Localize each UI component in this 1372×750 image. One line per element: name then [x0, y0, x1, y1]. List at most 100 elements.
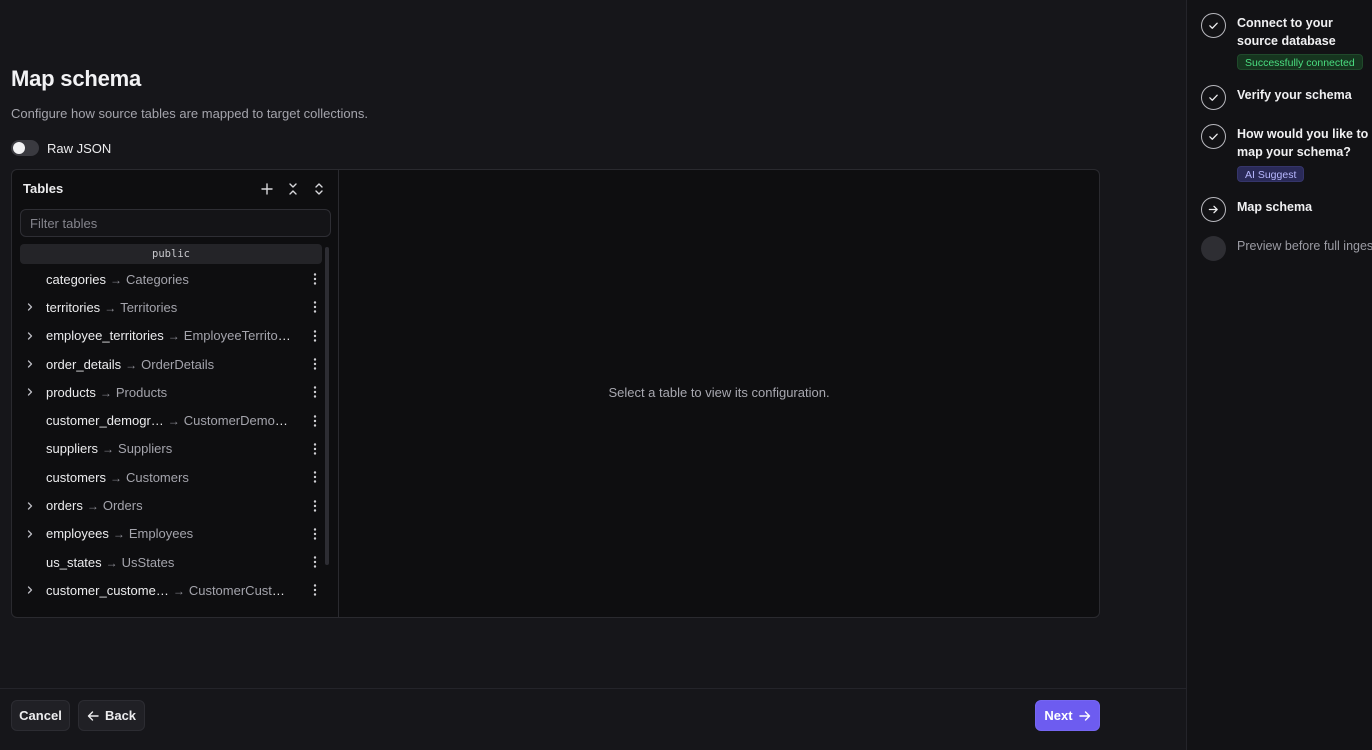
table-row[interactable]: territories → Territories	[12, 293, 322, 321]
source-table-name: categories	[46, 271, 106, 287]
row-menu-button[interactable]	[308, 299, 322, 315]
mapping-arrow: →	[112, 527, 125, 542]
row-menu-button[interactable]	[308, 441, 322, 457]
row-menu-button[interactable]	[308, 413, 322, 429]
back-button[interactable]: Back	[78, 700, 145, 731]
progress-sidebar: Connect to your source database Successf…	[1186, 0, 1372, 750]
mapping-arrow: →	[167, 329, 180, 344]
next-button[interactable]: Next	[1035, 700, 1100, 731]
raw-json-toggle-row: Raw JSON	[11, 140, 111, 156]
table-row[interactable]: customers → Customers	[12, 463, 322, 491]
target-collection-name: Products	[115, 384, 168, 400]
more-vertical-icon	[313, 528, 317, 540]
table-mapping-text: suppliers → Suppliers	[46, 441, 292, 456]
main-area: Map schema Configure how source tables a…	[0, 0, 1186, 750]
table-mapping-text: products → Products	[46, 385, 292, 400]
table-mapping-text: order_details → OrderDetails	[46, 357, 292, 372]
table-mapping-text: customer_demogr…→CustomerDemogra…	[46, 413, 292, 428]
row-menu-button[interactable]	[308, 469, 322, 485]
chevron-right-icon[interactable]	[25, 529, 35, 539]
mapping-arrow: →	[167, 414, 180, 429]
row-menu-button[interactable]	[308, 498, 322, 514]
row-menu-button[interactable]	[308, 526, 322, 542]
more-vertical-icon	[313, 273, 317, 285]
cancel-label: Cancel	[19, 708, 62, 723]
row-menu-button[interactable]	[308, 356, 322, 372]
arrow-right-icon	[1078, 710, 1090, 721]
chevron-right-icon[interactable]	[25, 302, 35, 312]
detail-empty-message: Select a table to view its configuration…	[608, 385, 830, 400]
table-mapping-text: customers → Customers	[46, 470, 292, 485]
chevron-right-icon[interactable]	[25, 501, 35, 511]
footer-divider	[0, 688, 1186, 689]
table-row[interactable]: customer_demogr…→CustomerDemogra…	[12, 406, 322, 434]
target-collection-name: EmployeeTerritories	[183, 328, 292, 344]
chevron-right-icon[interactable]	[25, 359, 35, 369]
chevron-right-icon[interactable]	[25, 585, 35, 595]
more-vertical-icon	[313, 414, 317, 427]
raw-json-toggle[interactable]	[11, 140, 39, 156]
table-row[interactable]: categories → Categories	[12, 265, 322, 293]
expand-icon	[315, 183, 323, 195]
row-menu-button[interactable]	[308, 384, 322, 400]
expand-all-button[interactable]	[308, 179, 330, 199]
table-row[interactable]: orders → Orders	[12, 491, 322, 519]
source-table-name: suppliers	[46, 441, 99, 457]
mapping-arrow: →	[86, 499, 99, 514]
table-row[interactable]: suppliers → Suppliers	[12, 435, 322, 463]
step-status-indicator	[1201, 236, 1226, 261]
target-collection-name: CustomerCustom…	[188, 582, 292, 598]
back-label: Back	[104, 708, 137, 723]
mapping-arrow: →	[99, 385, 112, 400]
tables-header-actions	[256, 179, 330, 199]
more-vertical-icon	[313, 301, 317, 314]
table-row[interactable]: products → Products	[12, 378, 322, 406]
table-row[interactable]: order_details → OrderDetails	[12, 350, 322, 378]
row-menu-button[interactable]	[308, 554, 322, 570]
more-vertical-icon	[313, 386, 317, 399]
collapse-all-button[interactable]	[282, 179, 304, 199]
step-title: Map schema	[1237, 200, 1313, 214]
next-label: Next	[1044, 708, 1073, 723]
source-table-name: customer_custome…	[46, 582, 169, 598]
mapping-arrow: →	[109, 272, 122, 287]
target-collection-name: OrderDetails	[141, 356, 215, 372]
chevron-right-icon[interactable]	[25, 387, 35, 397]
table-row[interactable]: employees → Employees	[12, 520, 322, 548]
add-table-button[interactable]	[256, 179, 278, 199]
app: Map schema Configure how source tables a…	[0, 0, 1372, 750]
target-collection-name: Customers	[125, 469, 189, 485]
table-row[interactable]: customer_custome… → CustomerCustom…	[12, 576, 322, 604]
check-icon	[1209, 22, 1218, 29]
schema-group-header[interactable]: public	[20, 244, 322, 264]
row-menu-button[interactable]	[308, 582, 322, 598]
target-collection-name: Territories	[120, 299, 178, 315]
source-table-name: order_details	[46, 356, 122, 372]
source-table-name: territories	[46, 299, 101, 315]
target-collection-name: Employees	[128, 526, 194, 542]
tables-scrollbar[interactable]	[325, 247, 329, 565]
tables-list: categories → Categories territories → Territo…	[12, 265, 322, 605]
step-title: Connect to your source database	[1237, 16, 1336, 48]
cancel-button[interactable]: Cancel	[11, 700, 70, 731]
filter-tables-input[interactable]	[20, 209, 331, 237]
tables-pane: Tables public categories→Categoriesterri	[12, 170, 339, 617]
table-row[interactable]: us_states → UsStates	[12, 548, 322, 576]
target-collection-name: Suppliers	[118, 441, 173, 457]
chevron-right-icon[interactable]	[25, 331, 35, 341]
arrow-left-icon	[87, 710, 99, 721]
table-mapping-text: employees → Employees	[46, 526, 292, 541]
target-collection-name: Categories	[125, 271, 189, 287]
step-title: Verify your schema	[1237, 88, 1352, 102]
more-vertical-icon	[313, 330, 317, 342]
target-collection-name: CustomerDemogra…	[183, 413, 292, 429]
row-menu-button[interactable]	[308, 328, 322, 344]
target-collection-name: Orders	[102, 498, 143, 514]
source-table-name: us_states	[46, 554, 102, 570]
target-collection-name: UsStates	[121, 554, 175, 570]
table-row[interactable]: employee_territories → EmployeeTerritories	[12, 322, 322, 350]
more-vertical-icon	[313, 471, 317, 483]
row-menu-button[interactable]	[308, 271, 322, 287]
table-mapping-text: us_states → UsStates	[46, 555, 292, 570]
plus-icon	[261, 183, 273, 195]
